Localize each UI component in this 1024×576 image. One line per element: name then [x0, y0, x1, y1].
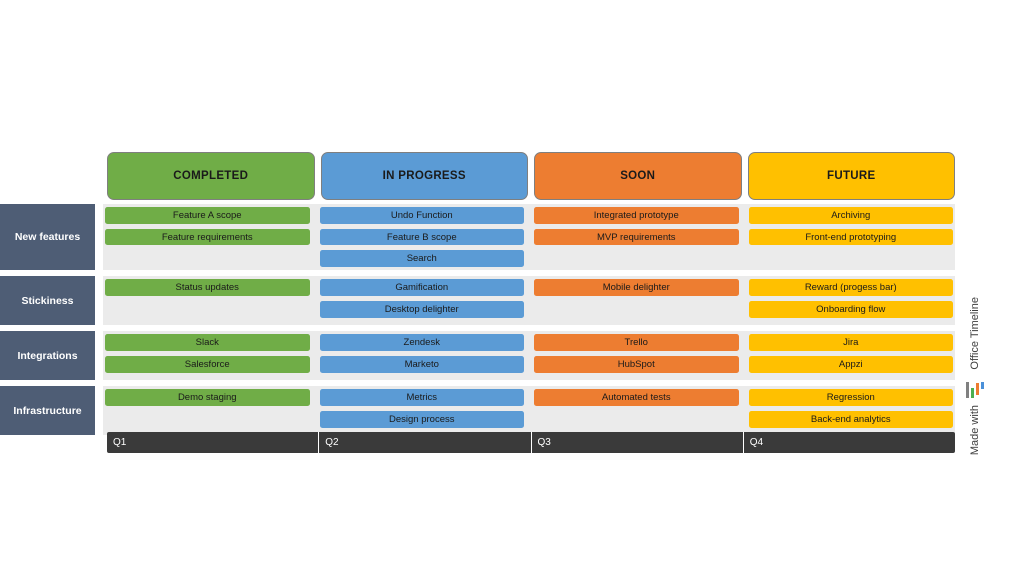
swimlane-cell: Trello HubSpot	[532, 334, 741, 377]
timeline-period-label: Q2	[325, 437, 339, 448]
swimlane-cell: Undo Function Feature B scope Search	[318, 207, 527, 268]
timeline-period-label: Q1	[113, 437, 127, 448]
task-bar[interactable]: Integrated prototype	[534, 207, 739, 224]
task-bar[interactable]: Desktop delighter	[319, 301, 524, 318]
office-timeline-label: Office Timeline	[968, 297, 981, 370]
swimlane-cell: Zendesk Marketo	[318, 334, 527, 377]
swimlane-gutter	[95, 386, 103, 435]
timeline-axis: Q1 Q2 Q3 Q4	[107, 432, 955, 453]
task-bar[interactable]: Reward (progess bar)	[748, 279, 953, 296]
column-header-in-progress[interactable]: IN PROGRESS	[320, 152, 528, 200]
column-header-label: COMPLETED	[173, 170, 249, 182]
task-bar[interactable]: Undo Function	[319, 207, 524, 224]
swimlane-cell: Feature A scope Feature requirements	[103, 207, 312, 267]
swimlane-row: Infrastructure Demo staging Metrics Design …	[0, 386, 955, 435]
task-bar[interactable]: Feature B scope	[319, 228, 524, 246]
swimlane-cell: Demo staging	[103, 389, 312, 432]
task-slot-empty	[534, 301, 739, 318]
swimlane-label-stickiness[interactable]: Stickiness	[0, 276, 95, 325]
column-header-soon[interactable]: SOON	[534, 152, 742, 200]
task-bar[interactable]: Regression	[748, 389, 953, 406]
timeline-period-q4[interactable]: Q4	[742, 432, 955, 453]
task-slot-empty	[105, 411, 310, 428]
swimlane-label-integrations[interactable]: Integrations	[0, 331, 95, 380]
made-with-label: Made with	[968, 404, 981, 455]
timeline-period-q1[interactable]: Q1	[107, 432, 318, 453]
task-bar[interactable]: Jira	[748, 334, 953, 351]
swimlane-cell: Integrated prototype MVP requirements	[532, 207, 741, 267]
swimlane-cell: Mobile delighter	[532, 279, 741, 322]
task-bar[interactable]: Feature requirements	[105, 228, 310, 246]
task-bar[interactable]: Mobile delighter	[534, 279, 739, 296]
swimlane-row: Integrations Slack Salesforce Zendesk Market…	[0, 331, 955, 380]
swimlane-label-infrastructure[interactable]: Infrastructure	[0, 386, 95, 435]
swimlane-gutter	[95, 276, 103, 325]
task-bar[interactable]: Marketo	[319, 356, 524, 373]
task-bar[interactable]: Back-end analytics	[748, 411, 953, 428]
task-bar[interactable]: HubSpot	[534, 356, 739, 373]
swimlane-band: Demo staging Metrics Design process Automat…	[103, 386, 955, 435]
swimlane-cell: Automated tests	[532, 389, 741, 432]
task-bar[interactable]: MVP requirements	[534, 228, 739, 246]
task-slot-empty	[749, 250, 954, 267]
task-bar[interactable]: Design process	[319, 411, 524, 428]
timeline-period-label: Q3	[537, 437, 551, 448]
task-slot-empty	[105, 301, 310, 318]
task-bar[interactable]: Slack	[105, 334, 310, 351]
made-with-office-timeline[interactable]: Made with Office Timeline	[962, 250, 988, 455]
timeline-period-q3[interactable]: Q3	[530, 432, 743, 453]
task-bar[interactable]: Gamification	[319, 279, 524, 296]
swimlane-label-new-features[interactable]: New features	[0, 204, 95, 270]
swimlane-cell: Reward (progess bar) Onboarding flow	[747, 279, 956, 322]
swimlane-band: Feature A scope Feature requirements Undo …	[103, 204, 955, 270]
roadmap-slide: COMPLETED IN PROGRESS SOON FUTURE New featu…	[0, 0, 1024, 576]
task-bar[interactable]: Automated tests	[534, 389, 739, 406]
swimlane-gutter	[95, 204, 103, 270]
task-bar[interactable]: Archiving	[748, 207, 953, 224]
task-slot-empty	[534, 411, 739, 428]
timeline-period-label: Q4	[749, 437, 764, 448]
task-bar[interactable]: Appzi	[748, 356, 953, 373]
swimlane-band: Status updates Gamification Desktop deligh…	[103, 276, 955, 325]
task-slot-empty	[534, 250, 739, 267]
task-bar[interactable]: Feature A scope	[105, 207, 310, 224]
swimlane-cell: Metrics Design process	[318, 389, 527, 432]
swimlane-gutter	[95, 331, 103, 380]
swimlane-cell: Archiving Front-end prototyping	[747, 207, 956, 267]
task-bar[interactable]: Search	[319, 250, 524, 268]
swimlane-cell: Slack Salesforce	[103, 334, 312, 377]
column-header-label: SOON	[620, 170, 656, 182]
swimlane-row: New features Feature A scope Feature requi…	[0, 204, 955, 270]
column-header-completed[interactable]: COMPLETED	[107, 152, 315, 200]
swimlane-cell: Status updates	[103, 279, 312, 322]
task-bar[interactable]: Onboarding flow	[748, 301, 953, 318]
swimlane-cell: Gamification Desktop delighter	[318, 279, 527, 322]
task-bar[interactable]: Status updates	[105, 279, 310, 296]
column-header-future[interactable]: FUTURE	[747, 152, 955, 200]
swimlane-row: Stickiness Status updates Gamification Desk…	[0, 276, 955, 325]
column-header-label: FUTURE	[827, 170, 876, 182]
task-slot-empty	[105, 250, 310, 267]
column-header-row: COMPLETED IN PROGRESS SOON FUTURE	[107, 152, 955, 200]
task-bar[interactable]: Demo staging	[105, 389, 310, 406]
column-header-label: IN PROGRESS	[382, 170, 466, 182]
task-bar[interactable]: Front-end prototyping	[748, 228, 953, 246]
task-bar[interactable]: Zendesk	[319, 334, 524, 351]
swimlane-cell: Regression Back-end analytics	[747, 389, 956, 432]
bar-chart-icon	[965, 376, 985, 399]
task-bar[interactable]: Salesforce	[105, 356, 310, 373]
task-bar[interactable]: Metrics	[319, 389, 524, 406]
swimlane-band: Slack Salesforce Zendesk Marketo Trello HubSp…	[103, 331, 955, 380]
task-bar[interactable]: Trello	[534, 334, 739, 351]
timeline-period-q2[interactable]: Q2	[318, 432, 530, 453]
swimlane-cell: Jira Appzi	[747, 334, 956, 377]
swimlane-container: New features Feature A scope Feature requi…	[0, 204, 955, 441]
